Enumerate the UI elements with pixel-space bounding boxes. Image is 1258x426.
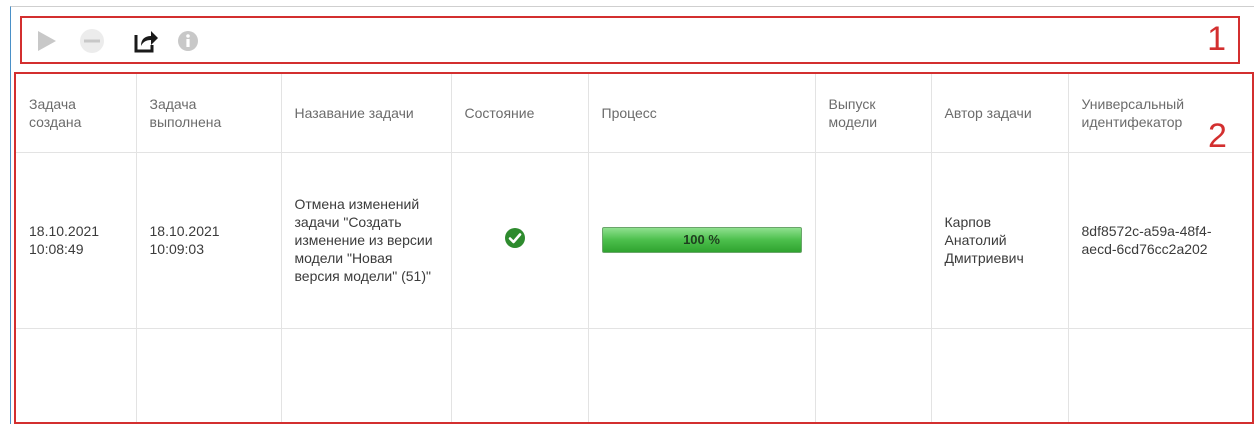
column-header-process[interactable]: Процесс <box>587 74 816 153</box>
check-circle-icon <box>504 228 525 248</box>
info-button[interactable] <box>172 25 204 57</box>
column-header-completed[interactable]: Задача выполнена <box>135 74 282 153</box>
empty-cell <box>930 327 1069 422</box>
toolbar: 1 <box>20 16 1240 64</box>
task-table-region: Задача создана Задача выполнена Назавани… <box>14 72 1254 424</box>
play-icon <box>38 31 56 51</box>
cell-created: 18.10.2021 10:08:49 <box>16 151 137 329</box>
callout-label-1: 1 <box>1207 20 1226 58</box>
empty-cell <box>1067 327 1252 422</box>
empty-cell <box>135 327 282 422</box>
empty-cell <box>587 327 816 422</box>
export-icon <box>134 31 158 53</box>
info-icon <box>178 31 198 51</box>
table-header-row: Задача создана Задача выполнена Назавани… <box>16 74 1252 153</box>
remove-button[interactable] <box>76 25 108 57</box>
export-button[interactable] <box>130 25 162 57</box>
cell-uuid: 8df8572c-a59a-48f4-aecd-6cd76cc2a202 <box>1067 151 1252 329</box>
task-table: Задача создана Задача выполнена Назавани… <box>16 74 1252 422</box>
cell-task-name: Отмена изменений задачи "Создать изменен… <box>280 151 452 329</box>
cell-completed: 18.10.2021 10:09:03 <box>135 151 282 329</box>
column-header-task-name[interactable]: Назавание задачи <box>280 74 452 153</box>
progress-bar: 100 % <box>601 227 802 253</box>
minus-icon <box>80 29 104 53</box>
empty-cell <box>280 327 452 422</box>
progress-label: 100 % <box>683 232 720 247</box>
cell-process: 100 % <box>587 151 816 329</box>
empty-cell <box>16 327 137 422</box>
table-row <box>16 327 1252 422</box>
empty-cell <box>814 327 932 422</box>
column-header-author[interactable]: Автор задачи <box>930 74 1069 153</box>
column-header-status[interactable]: Состояние <box>450 74 589 153</box>
cell-model-release <box>814 151 932 329</box>
empty-cell <box>450 327 589 422</box>
table-row[interactable]: 18.10.2021 10:08:49 18.10.2021 10:09:03 … <box>16 151 1252 329</box>
cell-status <box>450 151 589 329</box>
column-header-created[interactable]: Задача создана <box>16 74 137 153</box>
cell-author: Карпов Анатолий Дмитриевич <box>930 151 1069 329</box>
run-button[interactable] <box>30 25 62 57</box>
column-header-model-release[interactable]: Выпуск модели <box>814 74 932 153</box>
callout-label-2: 2 <box>1208 117 1227 155</box>
